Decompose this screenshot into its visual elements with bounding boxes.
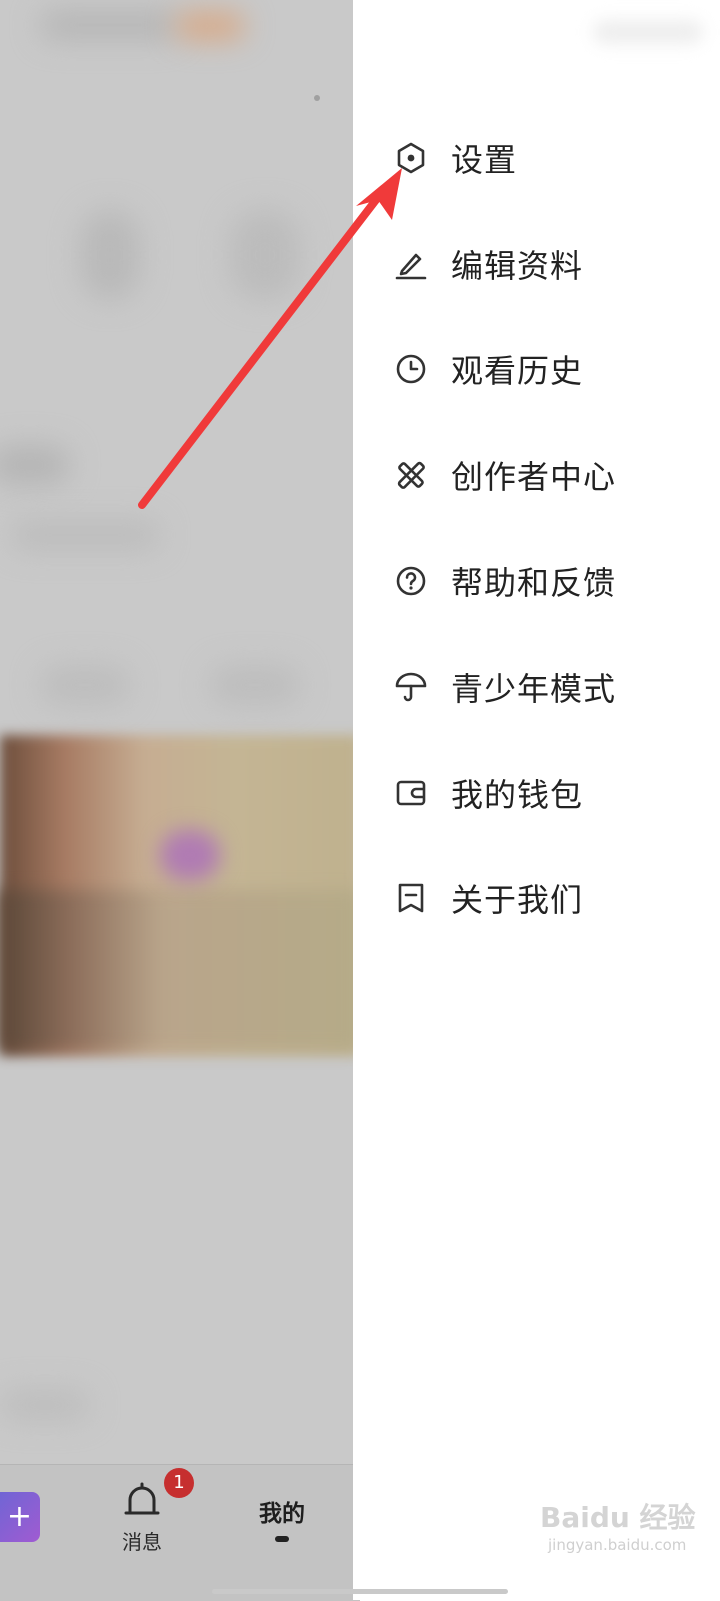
blurred-tab-2 — [210, 665, 300, 705]
blurred-badge — [175, 12, 245, 40]
nav-active-indicator — [275, 1536, 289, 1542]
nav-messages-label: 消息 — [122, 1530, 162, 1554]
menu-item-teen-mode[interactable]: 青少年模式 — [393, 655, 693, 719]
blurred-header — [40, 10, 180, 40]
nav-me[interactable]: 我的 — [240, 1494, 324, 1542]
menu-item-edit-profile[interactable]: 编辑资料 — [393, 232, 693, 296]
settings-hex-icon — [393, 140, 429, 176]
about-bookmark-icon — [393, 880, 429, 916]
home-indicator[interactable] — [212, 1589, 508, 1594]
menu-item-watch-history[interactable]: 观看历史 — [393, 337, 693, 401]
blurred-tab-1 — [40, 665, 130, 705]
menu-item-label: 我的钱包 — [451, 776, 584, 814]
nav-me-label: 我的 — [259, 1501, 305, 1527]
menu-item-label: 创作者中心 — [451, 458, 617, 496]
help-question-icon — [393, 563, 429, 599]
plus-label: + — [6, 1499, 32, 1534]
blurred-footer-text — [0, 1390, 90, 1420]
wallet-icon — [393, 775, 429, 811]
menu-item-label: 编辑资料 — [451, 247, 584, 285]
blurred-photo-accent — [160, 830, 220, 880]
blurred-background[interactable] — [0, 0, 360, 1600]
watermark-sub: jingyan.baidu.com — [548, 1536, 687, 1554]
create-plus-button[interactable]: + — [0, 1492, 40, 1542]
blurred-dot — [314, 95, 320, 101]
menu-item-about-us[interactable]: 关于我们 — [393, 866, 693, 930]
blurred-bio — [10, 520, 160, 550]
watermark-main: Baidu 经验 — [540, 1501, 696, 1534]
blurred-username — [0, 445, 70, 485]
menu-item-wallet[interactable]: 我的钱包 — [393, 761, 693, 825]
menu-item-help-feedback[interactable]: 帮助和反馈 — [393, 549, 693, 613]
nav-messages[interactable]: 1 消息 — [110, 1468, 194, 1555]
menu-item-label: 青少年模式 — [451, 670, 617, 708]
clock-icon — [393, 351, 429, 387]
menu-item-settings[interactable]: 设置 — [393, 126, 693, 190]
side-drawer: 设置 编辑资料 观看历史 创作者中心 帮助和反馈 青少年模式 我的钱包 关于我们 — [353, 0, 720, 1600]
menu-item-label: 帮助和反馈 — [451, 564, 617, 602]
menu-item-label: 观看历史 — [451, 352, 584, 390]
menu-item-creator-center[interactable]: 创作者中心 — [393, 443, 693, 507]
baidu-watermark: Baidu 经验 jingyan.baidu.com — [540, 1492, 715, 1572]
edit-pen-icon — [393, 246, 429, 282]
message-count-badge: 1 — [164, 1468, 194, 1498]
blurred-photo-lower — [0, 890, 360, 1050]
umbrella-icon — [393, 669, 429, 705]
creator-tools-icon — [393, 457, 429, 493]
blurred-stat-2 — [230, 210, 300, 300]
menu-item-label: 关于我们 — [451, 881, 584, 919]
blurred-stat-1 — [80, 210, 140, 300]
drawer-top-blur — [593, 20, 703, 44]
menu-item-label: 设置 — [451, 141, 518, 179]
